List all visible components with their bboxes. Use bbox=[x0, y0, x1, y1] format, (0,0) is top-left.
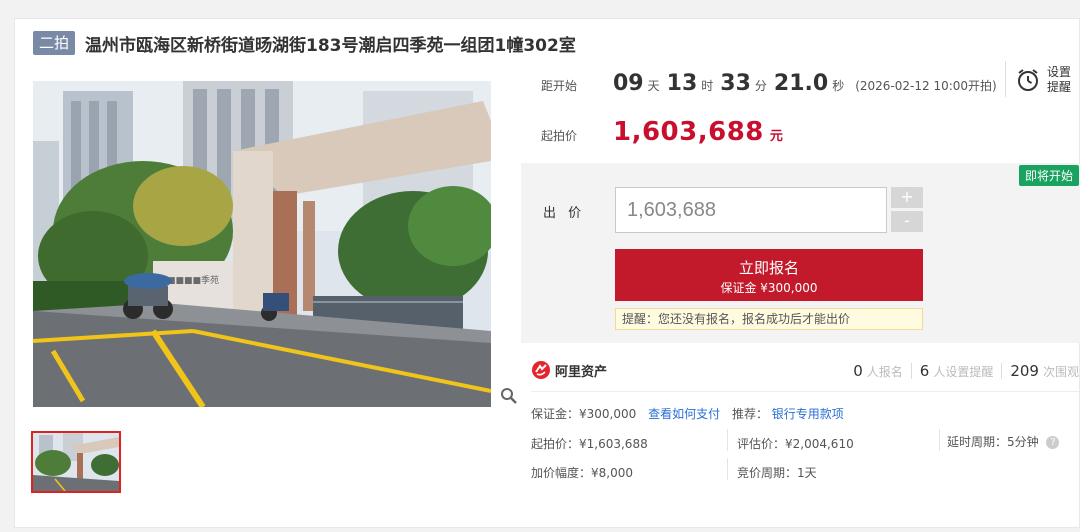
detail-divider bbox=[727, 458, 728, 480]
countdown-hours: 13 bbox=[666, 71, 698, 96]
set-reminder-button[interactable]: 设置提醒 bbox=[1015, 65, 1075, 95]
auction-stats: 0 人报名 6 人设置提醒 209 次围观 bbox=[853, 362, 1079, 380]
zoom-icon[interactable] bbox=[500, 387, 518, 405]
start-price-label: 起拍价 bbox=[541, 129, 578, 143]
bid-panel: 即将开始 出 价 1,603,688 + - 立即报名 保证金 ¥300,000… bbox=[521, 163, 1080, 343]
platform-stats-row: 阿里资产 0 人报名 6 人设置提醒 209 次围观 bbox=[531, 358, 1079, 386]
detail-delay-period: 延时周期：5分钟 ? bbox=[947, 433, 1060, 450]
detail-increment: 加价幅度：¥8,000 bbox=[531, 466, 633, 480]
how-to-pay-link[interactable]: 查看如何支付 bbox=[648, 407, 720, 421]
stat-divider bbox=[1001, 363, 1003, 379]
property-photo-illustration: ■■■■季苑 bbox=[33, 81, 491, 407]
bank-payment-link[interactable]: 银行专用款项 bbox=[772, 407, 844, 421]
countdown: 距开始 09 天 13 时 33 分 21.0 秒 (2026-02-12 10… bbox=[541, 71, 997, 96]
view-count-label: 次围观 bbox=[1042, 365, 1079, 379]
countdown-days: 09 bbox=[613, 71, 644, 96]
detail-bid-cycle: 竞价周期：1天 bbox=[737, 466, 817, 480]
countdown-minutes-unit: 分 bbox=[754, 79, 767, 93]
section-divider bbox=[531, 391, 1079, 392]
thumbnail-illustration bbox=[33, 433, 119, 491]
countdown-minutes: 33 bbox=[720, 71, 751, 96]
auction-start-time: (2026-02-12 10:00开拍) bbox=[855, 79, 997, 93]
signup-button[interactable]: 立即报名 保证金 ¥300,000 bbox=[615, 249, 923, 301]
stat-divider bbox=[910, 363, 912, 379]
main-property-photo[interactable]: ■■■■季苑 bbox=[33, 81, 491, 407]
countdown-hours-unit: 时 bbox=[701, 79, 714, 93]
svg-text:■■■■季苑: ■■■■季苑 bbox=[167, 274, 219, 286]
auction-detail-panel: 二拍 温州市瓯海区新桥街道旸湖街183号潮启四季苑一组团1幢302室 ■■■■季… bbox=[14, 18, 1080, 528]
title-row: 二拍 温州市瓯海区新桥街道旸湖街183号潮启四季苑一组团1幢302室 bbox=[33, 29, 576, 57]
deposit-value: 保证金：¥300,000 bbox=[531, 407, 637, 421]
start-price-value: 1,603,688 bbox=[613, 117, 764, 147]
coming-soon-badge: 即将开始 bbox=[1018, 165, 1079, 186]
deposit-line: 保证金：¥300,000 查看如何支付 推荐： 银行专用款项 bbox=[531, 405, 844, 422]
increase-bid-button[interactable]: + bbox=[891, 187, 923, 208]
help-icon[interactable]: ? bbox=[1046, 436, 1060, 449]
detail-divider bbox=[727, 429, 728, 451]
signup-deposit-note: 保证金 ¥300,000 bbox=[720, 281, 818, 295]
round-tag: 二拍 bbox=[33, 31, 76, 55]
signup-button-label: 立即报名 bbox=[738, 259, 799, 277]
ali-assets-icon bbox=[532, 361, 550, 379]
recommend-label: 推荐： bbox=[731, 407, 768, 421]
alarm-clock-icon bbox=[1018, 69, 1038, 91]
signup-count-label: 人报名 bbox=[866, 365, 903, 379]
reminder-divider bbox=[1005, 61, 1006, 97]
start-price: 起拍价 1,603,688 元 bbox=[541, 117, 783, 147]
detail-divider bbox=[939, 429, 940, 451]
bid-amount-input[interactable]: 1,603,688 bbox=[615, 187, 887, 233]
ali-assets-logo: 阿里资产 bbox=[531, 360, 607, 380]
set-reminder-label: 设置提醒 bbox=[1047, 65, 1072, 94]
countdown-label: 距开始 bbox=[541, 79, 578, 93]
countdown-seconds: 21.0 bbox=[773, 71, 829, 96]
detail-start-price: 起拍价：¥1,603,688 bbox=[531, 437, 648, 451]
signup-count: 0 bbox=[853, 362, 863, 380]
decrease-bid-button[interactable]: - bbox=[891, 211, 923, 232]
bid-label: 出 价 bbox=[543, 206, 586, 221]
countdown-seconds-unit: 秒 bbox=[832, 79, 845, 93]
view-count: 209 bbox=[1010, 362, 1039, 380]
photo-thumbnail[interactable] bbox=[31, 431, 121, 493]
ali-assets-brand: 阿里资产 bbox=[555, 364, 608, 380]
start-price-unit: 元 bbox=[769, 129, 783, 144]
detail-appraisal: 评估价：¥2,004,610 bbox=[737, 437, 854, 451]
property-title: 温州市瓯海区新桥街道旸湖街183号潮启四季苑一组团1幢302室 bbox=[85, 35, 576, 56]
delay-period-value: 延时周期：5分钟 bbox=[947, 435, 1039, 449]
reminder-count: 6 bbox=[919, 362, 930, 380]
countdown-days-unit: 天 bbox=[647, 79, 660, 93]
signup-tip: 提醒：您还没有报名，报名成功后才能出价 bbox=[615, 308, 923, 330]
reminder-count-label: 人设置提醒 bbox=[933, 365, 994, 379]
